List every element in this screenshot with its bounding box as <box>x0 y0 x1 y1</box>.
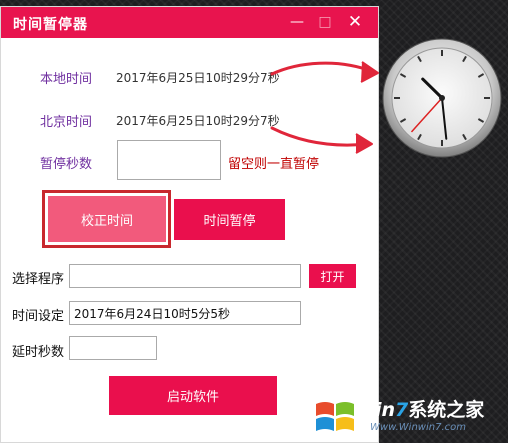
local-time-value: 2017年6月25日10时29分7秒 <box>116 71 280 85</box>
beijing-time-label: 北京时间 <box>40 115 93 130</box>
title-bar[interactable]: 时间暂停器 — □ ✕ <box>1 7 378 38</box>
window-title: 时间暂停器 <box>13 17 88 33</box>
delay-seconds-label: 延时秒数 <box>12 345 65 360</box>
watermark-brand: Win7系统之家 <box>354 399 485 421</box>
launch-software-button[interactable]: 启动软件 <box>109 376 277 415</box>
calibrate-time-button[interactable]: 校正时间 <box>48 196 166 242</box>
arrow-icon <box>270 126 373 154</box>
maximize-icon[interactable]: □ <box>316 13 334 31</box>
beijing-time-value: 2017年6月25日10时29分7秒 <box>116 114 280 128</box>
delay-seconds-input[interactable] <box>69 336 157 360</box>
watermark-url: Www.Winwin7.com <box>370 422 466 433</box>
close-icon[interactable]: ✕ <box>346 13 364 31</box>
pause-seconds-input[interactable] <box>117 140 221 180</box>
open-button[interactable]: 打开 <box>309 264 356 288</box>
select-program-label: 选择程序 <box>12 272 65 287</box>
pause-seconds-label: 暂停秒数 <box>40 157 93 172</box>
time-setting-label: 时间设定 <box>12 309 65 324</box>
arrow-icon <box>270 61 379 83</box>
pause-time-button[interactable]: 时间暂停 <box>174 199 285 240</box>
time-setting-input[interactable] <box>69 301 301 325</box>
clock-icon <box>382 38 502 158</box>
local-time-label: 本地时间 <box>40 72 93 87</box>
minimize-icon[interactable]: — <box>288 13 306 31</box>
program-path-input[interactable] <box>69 264 301 288</box>
